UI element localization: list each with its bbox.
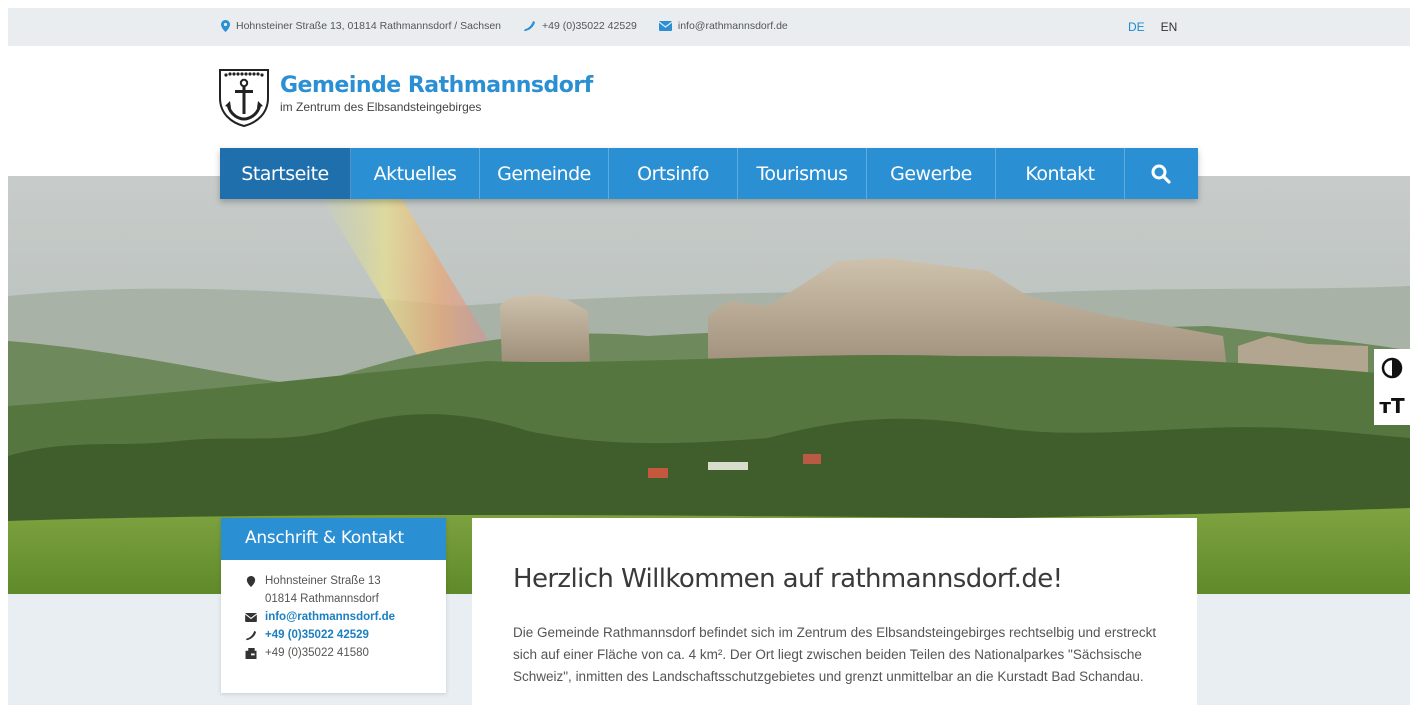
welcome-section: Herzlich Willkommen auf rathmannsdorf.de… — [472, 518, 1197, 705]
contact-card: Anschrift & Kontakt Hohnsteiner Straße 1… — [221, 518, 446, 693]
font-size-button[interactable]: тT — [1379, 394, 1404, 418]
site-logo[interactable]: Gemeinde Rathmannsdorf im Zentrum des El… — [218, 68, 593, 128]
phone-icon — [245, 630, 257, 640]
brand-title: Gemeinde Rathmannsdorf — [280, 73, 593, 98]
anchor-crest-icon — [219, 69, 269, 128]
nav-item-gewerbe[interactable]: Gewerbe — [867, 148, 996, 199]
nav-item-aktuelles[interactable]: Aktuelles — [351, 148, 480, 199]
contact-card-title: Anschrift & Kontakt — [221, 518, 446, 560]
top-address-text: Hohnsteiner Straße 13, 01814 Rathmannsdo… — [236, 20, 501, 32]
accessibility-toolbar: тT — [1374, 349, 1410, 425]
top-email-text: info@rathmannsdorf.de — [677, 20, 788, 32]
nav-item-tourismus[interactable]: Tourismus — [738, 148, 867, 199]
nav-search-button[interactable] — [1125, 148, 1197, 199]
brand-subtitle: im Zentrum des Elbsandsteingebirges — [280, 100, 482, 114]
contact-street-row: Hohnsteiner Straße 13 — [245, 572, 446, 590]
contact-street: Hohnsteiner Straße 13 — [265, 575, 381, 587]
top-email[interactable]: info@rathmannsdorf.de — [658, 20, 788, 32]
envelope-icon — [658, 21, 672, 31]
nav-item-gemeinde[interactable]: Gemeinde — [480, 148, 609, 199]
contact-phone-link[interactable]: +49 (0)35022 42529 — [265, 626, 369, 644]
contact-phone-row[interactable]: +49 (0)35022 42529 — [245, 626, 446, 644]
nav-item-startseite[interactable]: Startseite — [220, 148, 351, 199]
lang-en-link[interactable]: EN — [1161, 20, 1178, 34]
language-switch: DE EN — [1128, 20, 1193, 34]
nav-item-kontakt[interactable]: Kontakt — [996, 148, 1125, 199]
top-phone-text: +49 (0)35022 42529 — [542, 20, 637, 32]
search-icon — [1151, 164, 1171, 184]
fax-icon — [245, 647, 257, 659]
contact-email-link[interactable]: info@rathmannsdorf.de — [265, 608, 395, 626]
main-navigation: Startseite Aktuelles Gemeinde Ortsinfo T… — [220, 148, 1198, 199]
map-pin-icon — [221, 20, 230, 32]
welcome-title: Herzlich Willkommen auf rathmannsdorf.de… — [513, 564, 1063, 594]
contact-fax-row: +49 (0)35022 41580 — [245, 644, 446, 662]
welcome-text: Die Gemeinde Rathmannsdorf befindet sich… — [513, 625, 1157, 684]
envelope-icon — [245, 612, 257, 622]
top-phone[interactable]: +49 (0)35022 42529 — [523, 20, 637, 32]
top-bar: Hohnsteiner Straße 13, 01814 Rathmannsdo… — [8, 8, 1410, 46]
nav-item-ortsinfo[interactable]: Ortsinfo — [609, 148, 738, 199]
phone-icon — [524, 21, 535, 31]
top-address: Hohnsteiner Straße 13, 01814 Rathmannsdo… — [221, 20, 501, 32]
top-contact: Hohnsteiner Straße 13, 01814 Rathmannsdo… — [221, 20, 810, 32]
contact-city: 01814 Rathmannsdorf — [265, 593, 379, 605]
lang-de-link[interactable]: DE — [1128, 20, 1145, 34]
contact-email-row[interactable]: info@rathmannsdorf.de — [245, 608, 446, 626]
contact-fax: +49 (0)35022 41580 — [265, 647, 369, 659]
contrast-icon[interactable] — [1381, 357, 1403, 379]
map-pin-icon — [246, 575, 256, 587]
